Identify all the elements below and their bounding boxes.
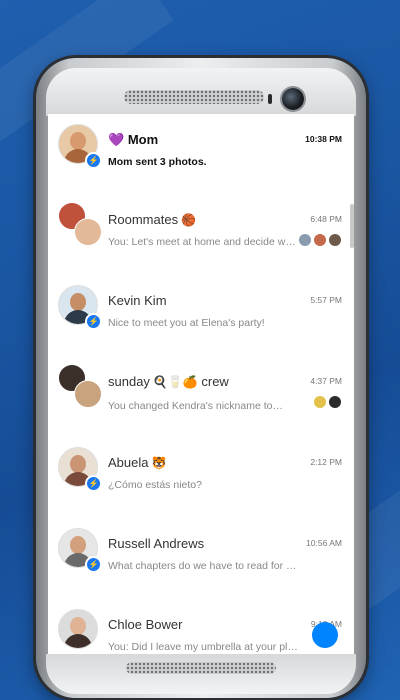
- conversation-row-kevin-kim[interactable]: ⚡ Kevin Kim Nice to meet you at Elena's …: [48, 275, 354, 355]
- conversation-preview: You changed Kendra's nickname to💃🔥: [108, 398, 298, 412]
- messenger-badge-icon: ⚡: [85, 152, 102, 169]
- conversation-name: Abuela 🐯: [108, 455, 167, 470]
- earpiece-speaker: [124, 90, 264, 104]
- conversation-name: Roommates 🏀: [108, 212, 197, 227]
- conversation-time: 10:56 AM: [306, 538, 342, 548]
- seen-avatars: [298, 233, 342, 247]
- proximity-sensor: [268, 94, 272, 104]
- bottom-speaker: [126, 662, 276, 674]
- conversation-preview: You: Let's meet at home and decide wh...: [108, 236, 298, 248]
- group-avatar: [58, 202, 102, 246]
- seen-avatars: [313, 395, 342, 409]
- conversation-row-chloe-bower[interactable]: Chloe Bower You: Did I leave my umbrella…: [48, 599, 354, 654]
- phone-bottom-bezel: [46, 654, 356, 694]
- conversation-preview: ¿Cómo estás nieto?: [108, 479, 202, 491]
- conversation-time: 10:38 PM: [305, 134, 342, 144]
- messenger-badge-icon: ⚡: [85, 556, 102, 573]
- group-avatar: [58, 364, 102, 408]
- conversation-row-mom[interactable]: ⚡ 💜 Mom Mom sent 3 photos. 10:38 PM: [48, 114, 354, 194]
- conversation-preview: Mom sent 3 photos.: [108, 156, 207, 168]
- new-message-button[interactable]: [312, 622, 338, 648]
- conversation-name: Chloe Bower: [108, 617, 183, 632]
- conversation-name: sunday 🍳🥛🍊 crew: [108, 374, 229, 389]
- conversation-preview: You: Did I leave my umbrella at your pla…: [108, 641, 298, 653]
- conversation-preview: Nice to meet you at Elena's party!: [108, 317, 265, 329]
- front-camera: [282, 88, 304, 110]
- conversation-time: 5:57 PM: [310, 295, 342, 305]
- conversation-preview: What chapters do we have to read for tom…: [108, 560, 298, 572]
- phone-top-bezel: [46, 68, 356, 116]
- conversation-row-sunday-crew[interactable]: sunday 🍳🥛🍊 crew You changed Kendra's nick…: [48, 356, 354, 436]
- conversation-name: Russell Andrews: [108, 536, 205, 551]
- conversation-time: 4:37 PM: [310, 376, 342, 386]
- phone-frame: ⚡ 💜 Mom Mom sent 3 photos. 10:38 PM Room…: [36, 58, 366, 698]
- conversation-row-russell-andrews[interactable]: ⚡ Russell Andrews What chapters do we ha…: [48, 518, 354, 598]
- messenger-badge-icon: ⚡: [85, 313, 102, 330]
- conversation-time: 6:48 PM: [310, 214, 342, 224]
- conversation-row-roommates[interactable]: Roommates 🏀 You: Let's meet at home and d…: [48, 194, 354, 274]
- messenger-chat-list[interactable]: ⚡ 💜 Mom Mom sent 3 photos. 10:38 PM Room…: [48, 114, 354, 654]
- conversation-name: Kevin Kim: [108, 293, 167, 308]
- conversation-row-abuela[interactable]: ⚡ Abuela 🐯 ¿Cómo estás nieto? 2:12 PM: [48, 437, 354, 517]
- conversation-name: 💜 Mom: [108, 132, 159, 147]
- messenger-badge-icon: ⚡: [85, 475, 102, 492]
- avatar: [58, 609, 98, 649]
- conversation-time: 2:12 PM: [310, 457, 342, 467]
